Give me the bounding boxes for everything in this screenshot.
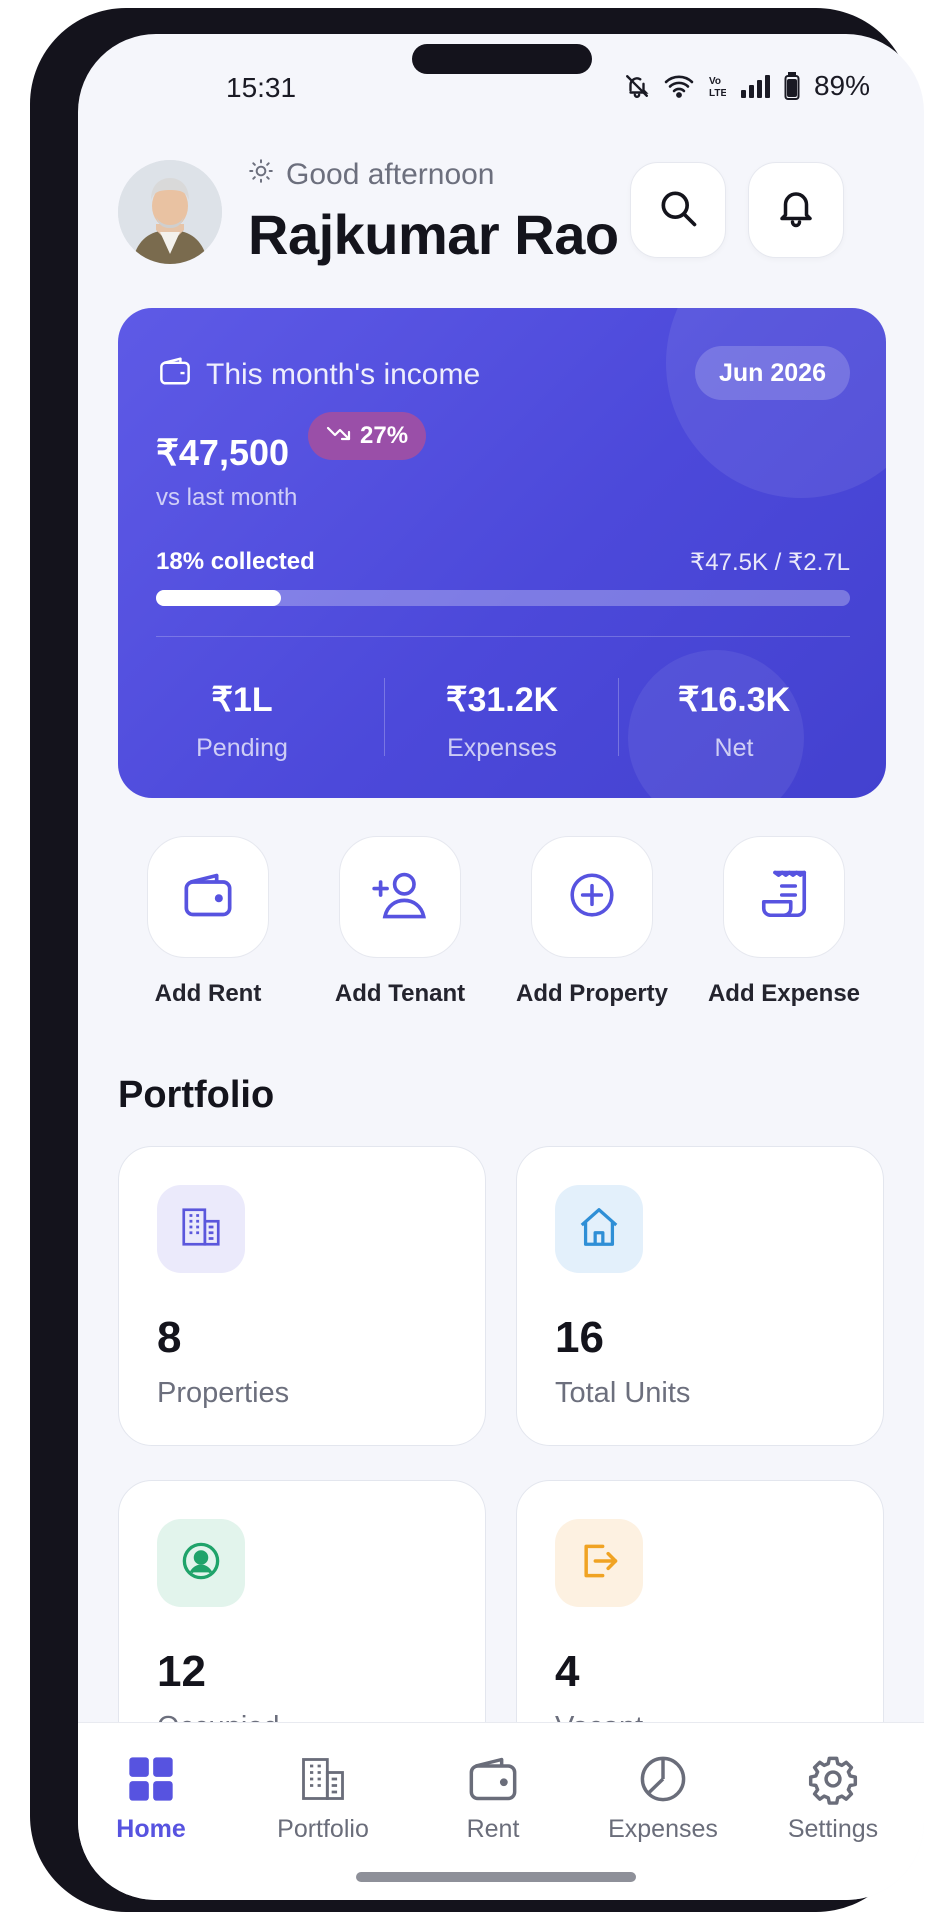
search-button[interactable]: [630, 162, 726, 258]
home-indicator[interactable]: [356, 1872, 636, 1882]
portfolio-title: Portfolio: [118, 1074, 275, 1116]
nav-home-label: Home: [116, 1815, 186, 1843]
expenses-value: ₹31.2K: [445, 681, 559, 719]
income-amount: ₹47,500: [156, 432, 290, 473]
battery-icon: [784, 72, 800, 100]
wifi-icon: [664, 73, 694, 99]
total-units-card[interactable]: 16 Total Units: [516, 1146, 884, 1446]
app-screen: 15:31 Vo LTE 89% Good afternoon Rajkumar…: [78, 34, 924, 1900]
phone-frame: 15:31 Vo LTE 89% Good afternoon Rajkumar…: [30, 8, 924, 1912]
properties-icon-tile: [157, 1185, 245, 1273]
expenses-label: Expenses: [447, 734, 557, 762]
pie-chart-icon: [588, 1753, 738, 1805]
add-expense-tile[interactable]: [723, 836, 845, 958]
month-selector[interactable]: Jun 2026: [694, 346, 850, 400]
occupied-count: 12: [157, 1647, 206, 1696]
sun-icon: [248, 158, 274, 192]
add-expense-button[interactable]: Add Expense: [694, 836, 874, 1008]
person-circle-icon: [180, 1540, 222, 1587]
notifications-button[interactable]: [748, 162, 844, 258]
nav-settings-label: Settings: [787, 1815, 879, 1843]
nav-home[interactable]: Home: [78, 1753, 226, 1844]
signal-icon: [740, 74, 770, 98]
add-tenant-button[interactable]: Add Tenant: [310, 836, 490, 1008]
add-property-label: Add Property: [515, 980, 668, 1007]
expenses-stat[interactable]: ₹31.2K Expenses: [386, 680, 618, 763]
nav-expenses[interactable]: Expenses: [588, 1753, 738, 1844]
net-stat[interactable]: ₹16.3K Net: [618, 680, 850, 763]
bell-icon: [775, 187, 817, 234]
collection-progress-fill: [156, 590, 281, 606]
income-label-text: This month's income: [206, 358, 481, 391]
svg-text:Vo: Vo: [709, 76, 721, 87]
add-rent-button[interactable]: Add Rent: [118, 836, 298, 1008]
building-icon: [248, 1753, 398, 1805]
add-expense-label: Add Expense: [707, 980, 861, 1007]
vacant-icon-tile: [555, 1519, 643, 1607]
total-units-count: 16: [555, 1313, 604, 1362]
income-label: This month's income: [158, 356, 480, 394]
plus-circle-icon: [567, 870, 617, 925]
camera-notch: [412, 44, 592, 74]
add-rent-tile[interactable]: [147, 836, 269, 958]
total-units-icon-tile: [555, 1185, 643, 1273]
add-rent-label: Add Rent: [154, 980, 262, 1007]
nav-settings[interactable]: Settings: [758, 1753, 908, 1844]
nav-portfolio[interactable]: Portfolio: [248, 1753, 398, 1844]
add-property-button[interactable]: Add Property: [502, 836, 682, 1008]
greeting: Good afternoon: [248, 158, 495, 192]
add-property-tile[interactable]: [531, 836, 653, 958]
trend-value: 27%: [360, 422, 409, 449]
nav-rent-label: Rent: [466, 1815, 520, 1843]
card-divider: [156, 636, 850, 637]
net-value: ₹16.3K: [677, 681, 791, 719]
income-card[interactable]: This month's income Jun 2026 ₹47,500 27%…: [118, 308, 886, 798]
total-units-label: Total Units: [555, 1377, 691, 1409]
volte-icon: Vo LTE: [708, 73, 726, 99]
trend-badge: 27%: [308, 412, 427, 460]
wallet-icon: [182, 871, 234, 924]
collected-amount: ₹47.5K / ₹2.7L: [690, 549, 850, 576]
wallet-icon: [418, 1753, 568, 1805]
stat-divider: [384, 678, 385, 756]
nav-portfolio-label: Portfolio: [277, 1815, 369, 1843]
pending-value: ₹1L: [211, 681, 273, 719]
building-icon: [178, 1204, 224, 1255]
pending-label: Pending: [196, 734, 288, 762]
search-icon: [656, 186, 700, 235]
trend-down-icon: [326, 422, 352, 450]
bell-muted-icon: [624, 73, 650, 99]
nav-expenses-label: Expenses: [608, 1815, 718, 1843]
collected-label: 18% collected: [156, 548, 315, 575]
battery-percent: 89%: [813, 70, 870, 101]
wallet-icon: [158, 356, 192, 394]
add-tenant-tile[interactable]: [339, 836, 461, 958]
add-tenant-label: Add Tenant: [334, 980, 466, 1007]
occupied-icon-tile: [157, 1519, 245, 1607]
greeting-text: Good afternoon: [286, 158, 495, 191]
user-name: Rajkumar Rao: [248, 203, 619, 266]
properties-label: Properties: [157, 1377, 290, 1409]
status-time: 15:31: [226, 72, 297, 103]
properties-count: 8: [157, 1313, 182, 1362]
properties-card[interactable]: 8 Properties: [118, 1146, 486, 1446]
net-label: Net: [714, 734, 754, 762]
receipt-icon: [757, 868, 811, 927]
exit-icon: [577, 1539, 621, 1588]
pending-stat[interactable]: ₹1L Pending: [126, 680, 358, 763]
grid-icon: [78, 1753, 226, 1805]
home-icon: [576, 1204, 622, 1255]
avatar[interactable]: [118, 160, 222, 264]
collection-progress-bar: [156, 590, 850, 606]
add-person-icon: [372, 869, 428, 926]
svg-text:LTE: LTE: [709, 88, 726, 99]
nav-rent[interactable]: Rent: [418, 1753, 568, 1844]
comparison-label: vs last month: [156, 484, 298, 511]
vacant-count: 4: [555, 1647, 580, 1696]
status-icons: Vo LTE 89%: [624, 70, 870, 102]
gear-icon: [758, 1753, 908, 1805]
card-decoration: [666, 308, 886, 498]
